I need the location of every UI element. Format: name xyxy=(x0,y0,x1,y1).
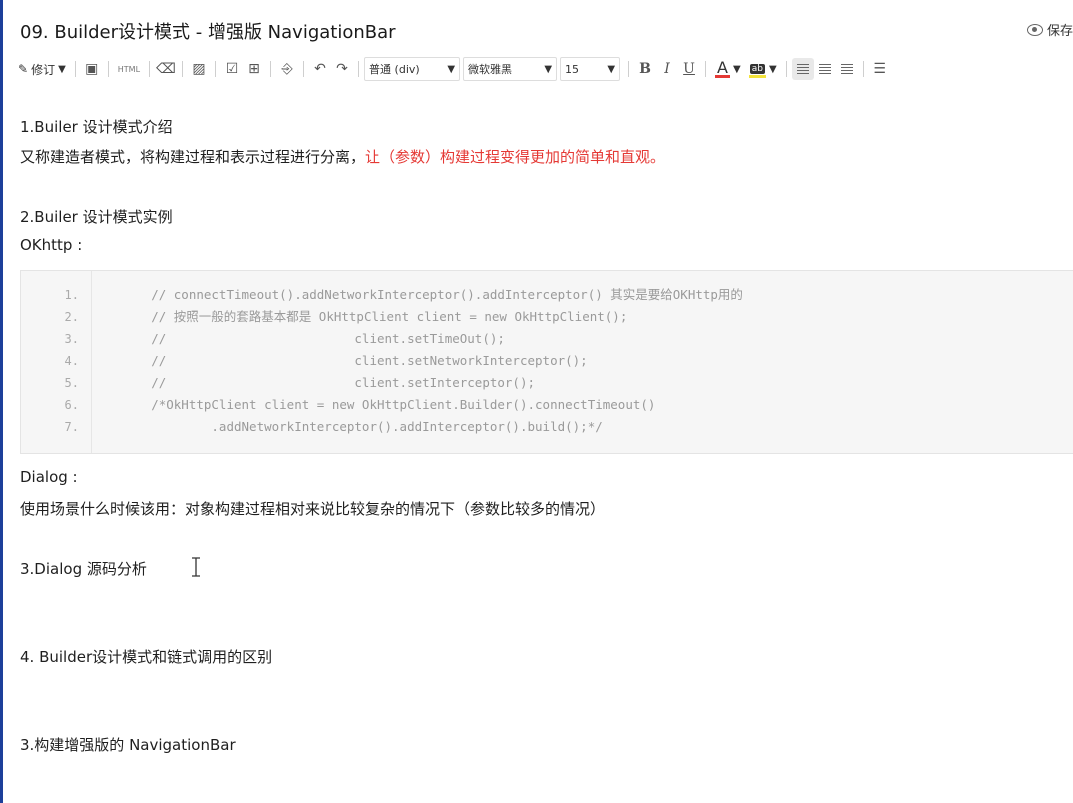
paragraph-1-highlight: 让（参数）构建过程变得更加的简单和直观。 xyxy=(365,148,666,166)
text-cursor-icon xyxy=(192,557,200,577)
code-line-number: 4. xyxy=(64,354,79,368)
toolbar-divider xyxy=(358,61,360,77)
table-icon[interactable]: ⊞ xyxy=(243,58,265,80)
heading-1: 1.Builer 设计模式介绍 xyxy=(20,118,173,136)
toolbar-divider xyxy=(628,61,630,77)
code-line: // client.setNetworkInterceptor(); xyxy=(91,353,588,368)
heading-4: 4. Builder设计模式和链式调用的区别 xyxy=(20,648,273,666)
code-line: .addNetworkInterceptor().addInterceptor(… xyxy=(91,419,603,434)
okhttp-label: OKhttp : xyxy=(20,236,83,254)
save-label: 保存 xyxy=(1046,24,1073,39)
heading-3: 3.Dialog 源码分析 xyxy=(20,560,147,578)
eraser-icon[interactable]: ⌫ xyxy=(155,58,177,80)
toolbar-divider xyxy=(107,61,109,77)
undo-icon[interactable]: ↶ xyxy=(309,58,331,80)
paragraph-select[interactable]: 普通 (div) ▼ xyxy=(364,57,461,81)
toolbar-divider xyxy=(215,61,217,77)
chevron-down-icon: ▼ xyxy=(544,63,553,75)
code-line-number: 5. xyxy=(64,376,79,390)
dialog-label: Dialog : xyxy=(20,468,78,486)
chevron-down-icon: ▼ xyxy=(58,63,66,75)
code-line: // client.setInterceptor(); xyxy=(91,375,536,390)
revise-button[interactable]: ✎ 修订 ▼ xyxy=(14,61,70,78)
chevron-down-icon: ▼ xyxy=(733,63,741,75)
code-line-number: 6. xyxy=(64,398,79,412)
paragraph-1: 又称建造者模式，将构建过程和表示过程进行分离，让（参数）构建过程变得更加的简单和… xyxy=(20,146,665,167)
align-center-icon[interactable] xyxy=(814,58,836,80)
usage-text: 使用场景什么时候该用：对象构建过程相对来说比较复杂的情况下（参数比较多的情况） xyxy=(20,500,606,518)
edit-icon: ✎ xyxy=(18,62,29,76)
checkbox-icon[interactable]: ☑ xyxy=(221,58,243,80)
font-color-icon: A xyxy=(715,58,730,78)
html-button[interactable]: HTML xyxy=(114,65,144,74)
save-button[interactable]: 保存 xyxy=(1026,20,1073,39)
redo-icon[interactable]: ↷ xyxy=(331,58,353,80)
code-line: // 按照一般的套路基本都是 OkHttpClient client = new… xyxy=(91,309,628,324)
toolbar-divider xyxy=(74,61,76,77)
size-select[interactable]: 15 ▼ xyxy=(560,57,621,81)
code-line: /*OkHttpClient client = new OkHttpClient… xyxy=(91,397,656,412)
chevron-down-icon: ▼ xyxy=(607,63,616,75)
font-color-button[interactable]: A ▼ xyxy=(711,60,745,78)
paragraph-1-text: 又称建造者模式，将构建过程和表示过程进行分离， xyxy=(20,148,366,166)
code-line-number: 1. xyxy=(64,288,79,302)
chevron-down-icon: ▼ xyxy=(768,63,777,75)
eye-icon xyxy=(1026,23,1043,36)
editor-toolbar: ✎ 修订 ▼ ▣ HTML ⌫ ▨ ☑ ⊞ ⎆ ↶ ↷ 普通 (div) ▼ 微… xyxy=(14,54,891,84)
font-select-value: 微软雅黑 xyxy=(468,63,513,76)
size-select-value: 15 xyxy=(565,62,580,76)
code-block[interactable]: 1. // connectTimeout().addNetworkInterce… xyxy=(20,270,1073,454)
list-icon[interactable]: ☰ xyxy=(869,58,891,80)
window-left-border xyxy=(0,0,3,803)
toolbar-divider xyxy=(862,61,864,77)
highlight-icon: ab xyxy=(748,60,766,78)
italic-button[interactable]: I xyxy=(656,58,678,80)
toolbar-divider xyxy=(785,61,787,77)
note-title[interactable]: 09. Builder设计模式 - 增强版 NavigationBar xyxy=(20,18,396,44)
highlight-button[interactable]: ab ▼ xyxy=(745,60,781,78)
bold-button[interactable]: B xyxy=(634,58,656,80)
align-left-icon[interactable] xyxy=(791,58,814,80)
code-line: // connectTimeout().addNetworkIntercepto… xyxy=(91,287,743,302)
attachment-icon[interactable]: ⎆ xyxy=(276,58,298,80)
heading-5: 3.构建增强版的 NavigationBar xyxy=(20,736,236,754)
image-icon[interactable]: ▨ xyxy=(188,58,210,80)
underline-button[interactable]: U xyxy=(678,58,700,80)
heading-2: 2.Builer 设计模式实例 xyxy=(20,208,173,226)
align-right-icon[interactable] xyxy=(836,58,858,80)
toolbar-divider xyxy=(705,61,707,77)
revise-label: 修订 xyxy=(31,62,56,77)
code-line-number: 7. xyxy=(64,420,79,434)
toolbar-divider xyxy=(303,61,305,77)
code-line-number: 2. xyxy=(64,310,79,324)
save-icon[interactable]: ▣ xyxy=(81,58,103,80)
toolbar-divider xyxy=(149,61,151,77)
paragraph-select-value: 普通 (div) xyxy=(369,63,420,76)
toolbar-divider xyxy=(182,61,184,77)
chevron-down-icon: ▼ xyxy=(447,63,456,75)
toolbar-divider xyxy=(270,61,272,77)
code-line: // client.setTimeOut(); xyxy=(91,331,505,346)
font-select[interactable]: 微软雅黑 ▼ xyxy=(463,57,558,81)
code-line-number: 3. xyxy=(64,332,79,346)
